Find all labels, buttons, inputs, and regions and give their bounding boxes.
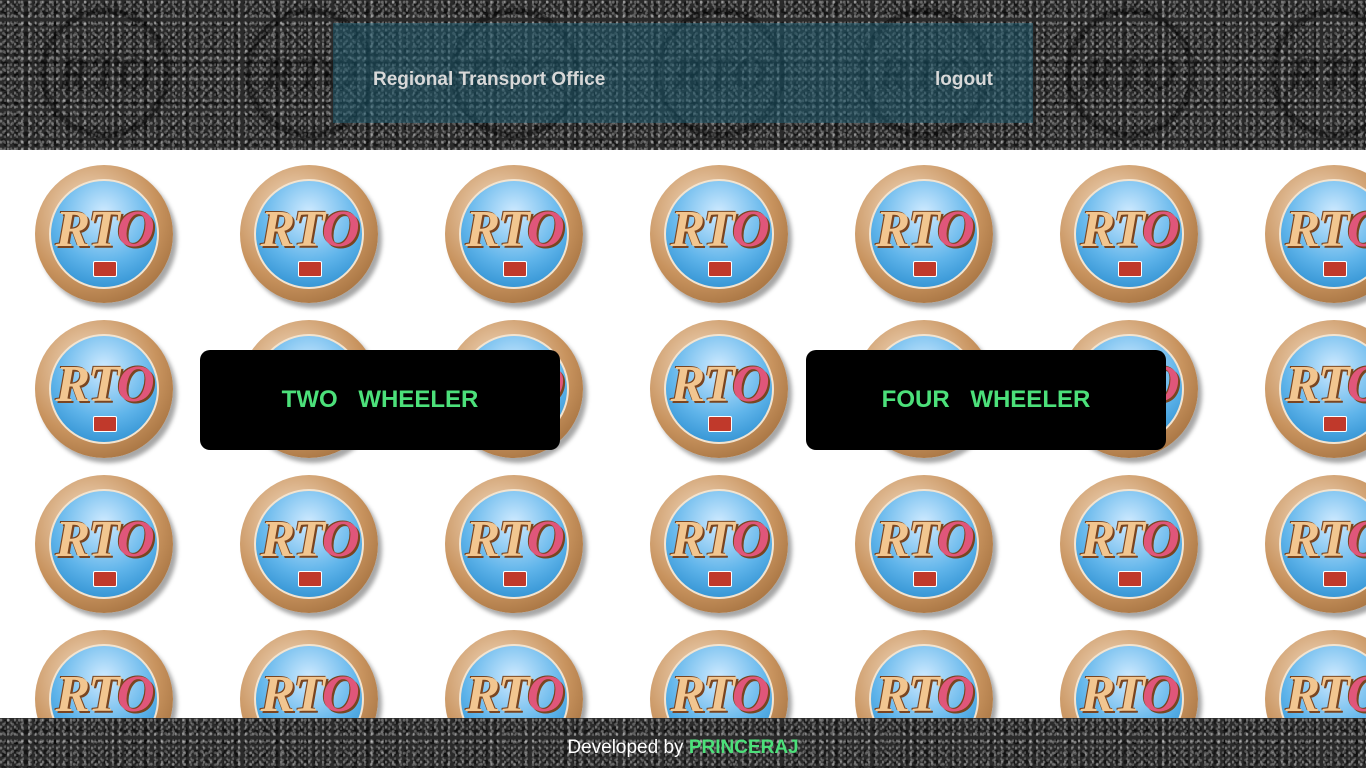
site-title: Regional Transport Office — [373, 69, 606, 90]
rto-logo-text: RTO — [1285, 510, 1366, 568]
envelope-icon — [298, 571, 322, 587]
rto-logo-tile: RTO — [35, 165, 173, 303]
rto-logo-tile: RTO — [1265, 320, 1366, 458]
rto-logo-tile: RTO — [35, 320, 173, 458]
envelope-icon — [913, 261, 937, 277]
envelope-icon — [93, 571, 117, 587]
rto-logo-text: RTO — [670, 510, 769, 568]
envelope-icon — [503, 261, 527, 277]
footer-author: PRINCERAJ — [688, 737, 799, 758]
rto-logo-text: RTO — [1285, 355, 1366, 413]
rto-logo-text: RTO — [875, 665, 974, 719]
rto-logo-tile: RTO — [35, 475, 173, 613]
rto-logo-text: RTO — [670, 355, 769, 413]
rto-logo-tile: RTO — [650, 165, 788, 303]
rto-logo-text: RTO — [875, 200, 974, 258]
rto-logo-text: RTO — [465, 665, 564, 719]
rto-logo-tile: RTO — [445, 165, 583, 303]
rto-logo-tile: RTO — [650, 630, 788, 718]
rto-logo-tile: RTO — [1060, 475, 1198, 613]
rto-logo-tile: RTO — [650, 475, 788, 613]
rto-logo-tile: RTO — [855, 165, 993, 303]
rto-logo-tile: RTO — [445, 475, 583, 613]
rto-logo-text: RTO — [465, 200, 564, 258]
rto-logo-tile: RTO — [240, 630, 378, 718]
rto-logo-tile: RTO — [35, 630, 173, 718]
logout-link[interactable]: logout — [935, 69, 993, 91]
rto-logo-text: RTO — [260, 665, 359, 719]
header: RTORTORTORTORTORTORTO Regional Transport… — [0, 0, 1366, 150]
rto-logo-tile: RTO — [1265, 165, 1366, 303]
envelope-icon — [1118, 261, 1142, 277]
rto-logo-tile: RTO — [1265, 475, 1366, 613]
rto-logo-tile: RTO — [650, 320, 788, 458]
envelope-icon — [1323, 261, 1347, 277]
rto-logo-text: RTO — [1080, 665, 1179, 719]
footer-prefix: Developed by — [567, 737, 684, 758]
rto-logo-tile: RTO — [1265, 630, 1366, 718]
envelope-icon — [708, 261, 732, 277]
footer: Developed by PRINCERAJ — [0, 718, 1366, 768]
rto-logo-tile: RTO — [855, 475, 993, 613]
envelope-icon — [1118, 571, 1142, 587]
rto-logo-tile: RTO — [1060, 630, 1198, 718]
footer-text: Developed by PRINCERAJ — [567, 737, 798, 758]
rto-logo-tile: RTO — [445, 630, 583, 718]
rto-logo-text: RTO — [55, 510, 154, 568]
rto-logo-tile: RTO — [855, 630, 993, 718]
rto-logo-text: RTO — [1080, 200, 1179, 258]
rto-logo-tile: RTO — [1060, 165, 1198, 303]
rto-logo-watermark: RTO — [40, 8, 170, 138]
rto-logo-text: RTO — [55, 355, 154, 413]
envelope-icon — [1323, 571, 1347, 587]
envelope-icon — [93, 261, 117, 277]
envelope-icon — [93, 416, 117, 432]
rto-logo-text: RTO — [55, 665, 154, 719]
rto-logo-text: RTO — [55, 200, 154, 258]
rto-logo-text: RTO — [260, 200, 359, 258]
envelope-icon — [503, 571, 527, 587]
rto-logo-watermark: RTO — [1270, 8, 1366, 138]
rto-logo-text: RTO — [1285, 665, 1366, 719]
envelope-icon — [913, 571, 937, 587]
rto-logo-text: RTO — [875, 510, 974, 568]
rto-logo-text: RTO — [670, 200, 769, 258]
rto-logo-text: RTO — [1285, 200, 1366, 258]
rto-logo-text: RTO — [670, 665, 769, 719]
envelope-icon — [708, 571, 732, 587]
navbar: Regional Transport Office logout — [333, 23, 1033, 123]
rto-logo-tile: RTO — [240, 165, 378, 303]
envelope-icon — [1323, 416, 1347, 432]
rto-logo-text: RTO — [260, 510, 359, 568]
rto-logo-text: RTO — [465, 510, 564, 568]
envelope-icon — [298, 261, 322, 277]
rto-logo-tile: RTO — [240, 475, 378, 613]
rto-logo-watermark: RTO — [1065, 8, 1195, 138]
two-wheeler-button[interactable]: TWO WHEELER — [200, 350, 560, 450]
rto-logo-text: RTO — [1080, 510, 1179, 568]
envelope-icon — [708, 416, 732, 432]
four-wheeler-button[interactable]: FOUR WHEELER — [806, 350, 1166, 450]
